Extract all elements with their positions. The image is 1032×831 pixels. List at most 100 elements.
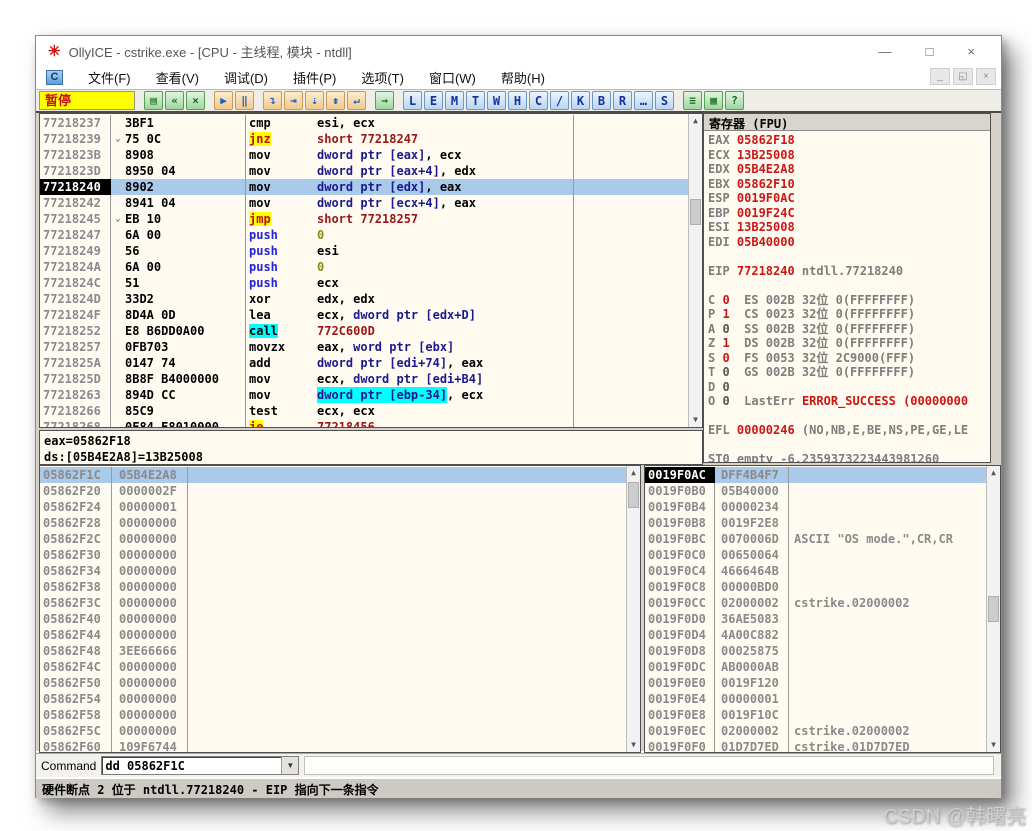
info-pane[interactable]: eax=05862F18ds:[05B4E2A8]=13B25008 xyxy=(39,430,703,465)
disasm-row[interactable]: 7721823B8908movdword ptr [eax], ecx xyxy=(40,147,688,163)
hexdump-row[interactable]: 05862F2C00000000 xyxy=(40,531,626,547)
stack-row[interactable]: 0019F0DCAB0000AB xyxy=(645,659,986,675)
close-button[interactable]: × xyxy=(967,44,975,59)
hexdump-row[interactable]: 05862F1C05B4E2A8 xyxy=(40,467,626,483)
appearance-button[interactable]: ▦ xyxy=(704,91,723,110)
hexdump-row[interactable]: 05862F5000000000 xyxy=(40,675,626,691)
help-button[interactable]: ? xyxy=(725,91,744,110)
breakpoints-window-button[interactable]: B xyxy=(592,91,611,110)
disasm-row[interactable]: 7721826685C9testecx, ecx xyxy=(40,403,688,419)
disasm-row[interactable]: 772182680F84 E8010000je77218456 xyxy=(40,419,688,428)
scroll-thumb[interactable] xyxy=(628,482,639,508)
register-line[interactable]: D 0 xyxy=(704,380,990,395)
scroll-up-icon[interactable]: ▲ xyxy=(987,466,1000,480)
references-window-button[interactable]: R xyxy=(613,91,632,110)
hexdump-row[interactable]: 05862F4C00000000 xyxy=(40,659,626,675)
disasm-row[interactable]: 7721823D8950 04movdword ptr [eax+4], edx xyxy=(40,163,688,179)
menu-item[interactable]: 文件(F) xyxy=(88,68,131,87)
register-line[interactable]: S 0 FS 0053 32位 2C9000(FFF) xyxy=(704,351,990,366)
hexdump-row[interactable]: 05862F4400000000 xyxy=(40,627,626,643)
stack-row[interactable]: 0019F0E400000001 xyxy=(645,691,986,707)
register-line[interactable]: C 0 ES 002B 32位 0(FFFFFFFF) xyxy=(704,293,990,308)
pause-button[interactable]: ‖ xyxy=(235,91,254,110)
stack-row[interactable]: 0019F0B80019F2E8 xyxy=(645,515,986,531)
menu-item[interactable]: 插件(P) xyxy=(293,68,336,87)
hexdump-row[interactable]: 05862F5800000000 xyxy=(40,707,626,723)
maximize-button[interactable]: □ xyxy=(926,44,934,59)
disasm-row[interactable]: 772182373BF1cmpesi, ecx xyxy=(40,115,688,131)
scroll-thumb[interactable] xyxy=(690,199,701,225)
go-to-eip-button[interactable]: → xyxy=(375,91,394,110)
stack-row[interactable]: 0019F0D44A00C882 xyxy=(645,627,986,643)
close-program-button[interactable]: × xyxy=(186,91,205,110)
hexdump-scrollbar[interactable]: ▲ ▼ xyxy=(626,466,640,752)
stack-row[interactable]: 0019F0CC02000002cstrike.02000002 xyxy=(645,595,986,611)
stack-row[interactable]: 0019F0B400000234 xyxy=(645,499,986,515)
minimize-button[interactable]: — xyxy=(879,44,892,59)
mdi-close-button[interactable]: × xyxy=(976,68,996,85)
disasm-row[interactable]: 7721824C51pushecx xyxy=(40,275,688,291)
run-button[interactable]: ▶ xyxy=(214,91,233,110)
hexdump-row[interactable]: 05862F3000000000 xyxy=(40,547,626,563)
disasm-row[interactable]: 772182570FB703movzxeax, word ptr [ebx] xyxy=(40,339,688,355)
menu-item[interactable]: 调试(D) xyxy=(224,68,268,87)
stack-row[interactable]: 0019F0EC02000002cstrike.02000002 xyxy=(645,723,986,739)
register-line[interactable]: O 0 LastErr ERROR_SUCCESS (00000000 xyxy=(704,394,990,409)
stack-row[interactable]: 0019F0B005B40000 xyxy=(645,483,986,499)
disasm-scrollbar[interactable]: ▲ ▼ xyxy=(688,114,702,427)
scroll-up-icon[interactable]: ▲ xyxy=(627,466,640,480)
chevron-down-icon[interactable]: ▼ xyxy=(281,757,298,774)
stack-row[interactable]: 0019F0BC0070006DASCII "OS mode.",CR,CR xyxy=(645,531,986,547)
register-line[interactable] xyxy=(704,438,990,453)
stack-row[interactable]: 0019F0C44666464B xyxy=(645,563,986,579)
source-window-button[interactable]: S xyxy=(655,91,674,110)
disasm-row[interactable]: 77218252E8 B6DD0A00call772C600D xyxy=(40,323,688,339)
register-line[interactable]: EBP 0019F24C xyxy=(704,206,990,221)
register-line[interactable]: EIP 77218240 ntdll.77218240 xyxy=(704,264,990,279)
hexdump-row[interactable]: 05862F200000002F xyxy=(40,483,626,499)
log-window-button[interactable]: L xyxy=(403,91,422,110)
restart-button[interactable]: « xyxy=(165,91,184,110)
registers-pane[interactable]: 寄存器 (FPU) EAX 05862F18ECX 13B25008EDX 05… xyxy=(703,113,991,463)
disasm-row[interactable]: 7721824D33D2xoredx, edx xyxy=(40,291,688,307)
stack-scrollbar[interactable]: ▲ ▼ xyxy=(986,466,1000,752)
register-line[interactable] xyxy=(704,249,990,264)
scroll-down-icon[interactable]: ▼ xyxy=(627,738,640,752)
register-line[interactable] xyxy=(704,278,990,293)
open-file-button[interactable]: ▤ xyxy=(144,91,163,110)
register-line[interactable]: EBX 05862F10 xyxy=(704,177,990,192)
register-line[interactable]: A 0 SS 002B 32位 0(FFFFFFFF) xyxy=(704,322,990,337)
register-line[interactable]: Z 1 DS 002B 32位 0(FFFFFFFF) xyxy=(704,336,990,351)
scroll-up-icon[interactable]: ▲ xyxy=(689,114,702,128)
disasm-row[interactable]: 7721825A0147 74adddword ptr [edi+74], ea… xyxy=(40,355,688,371)
execute-till-return-button[interactable]: ↵ xyxy=(347,91,366,110)
disasm-row[interactable]: 77218239⌄75 0Cjnzshort 77218247 xyxy=(40,131,688,147)
step-over-button[interactable]: ⇥ xyxy=(284,91,303,110)
stack-pane[interactable]: 0019F0ACDFF4B4F70019F0B005B400000019F0B4… xyxy=(644,465,1001,753)
call-stack-window-button[interactable]: K xyxy=(571,91,590,110)
scroll-down-icon[interactable]: ▼ xyxy=(987,738,1000,752)
register-line[interactable]: T 0 GS 002B 32位 0(FFFFFFFF) xyxy=(704,365,990,380)
stack-row[interactable]: 0019F0C800000BD0 xyxy=(645,579,986,595)
scroll-thumb[interactable] xyxy=(988,596,999,622)
stack-row[interactable]: 0019F0ACDFF4B4F7 xyxy=(645,467,986,483)
windows-window-button[interactable]: W xyxy=(487,91,506,110)
mdi-restore-button[interactable]: ◱ xyxy=(953,68,973,85)
register-line[interactable]: EDI 05B40000 xyxy=(704,235,990,250)
run-trace-window-button[interactable]: … xyxy=(634,91,653,110)
hexdump-row[interactable]: 05862F483EE66666 xyxy=(40,643,626,659)
hexdump-row[interactable]: 05862F3800000000 xyxy=(40,579,626,595)
stack-row[interactable]: 0019F0D036AE5083 xyxy=(645,611,986,627)
disasm-row[interactable]: 772182408902movdword ptr [edx], eax xyxy=(40,179,688,195)
register-line[interactable]: EAX 05862F18 xyxy=(704,133,990,148)
hexdump-row[interactable]: 05862F4000000000 xyxy=(40,611,626,627)
hexdump-row[interactable]: 05862F5400000000 xyxy=(40,691,626,707)
menu-item[interactable]: 查看(V) xyxy=(156,68,199,87)
stack-row[interactable]: 0019F0D800025875 xyxy=(645,643,986,659)
stack-row[interactable]: 0019F0E80019F10C xyxy=(645,707,986,723)
animate-over-button[interactable]: ⇟ xyxy=(326,91,345,110)
handles-window-button[interactable]: H xyxy=(508,91,527,110)
register-line[interactable]: ESI 13B25008 xyxy=(704,220,990,235)
disasm-row[interactable]: 772182428941 04movdword ptr [ecx+4], eax xyxy=(40,195,688,211)
animate-into-button[interactable]: ⇣ xyxy=(305,91,324,110)
